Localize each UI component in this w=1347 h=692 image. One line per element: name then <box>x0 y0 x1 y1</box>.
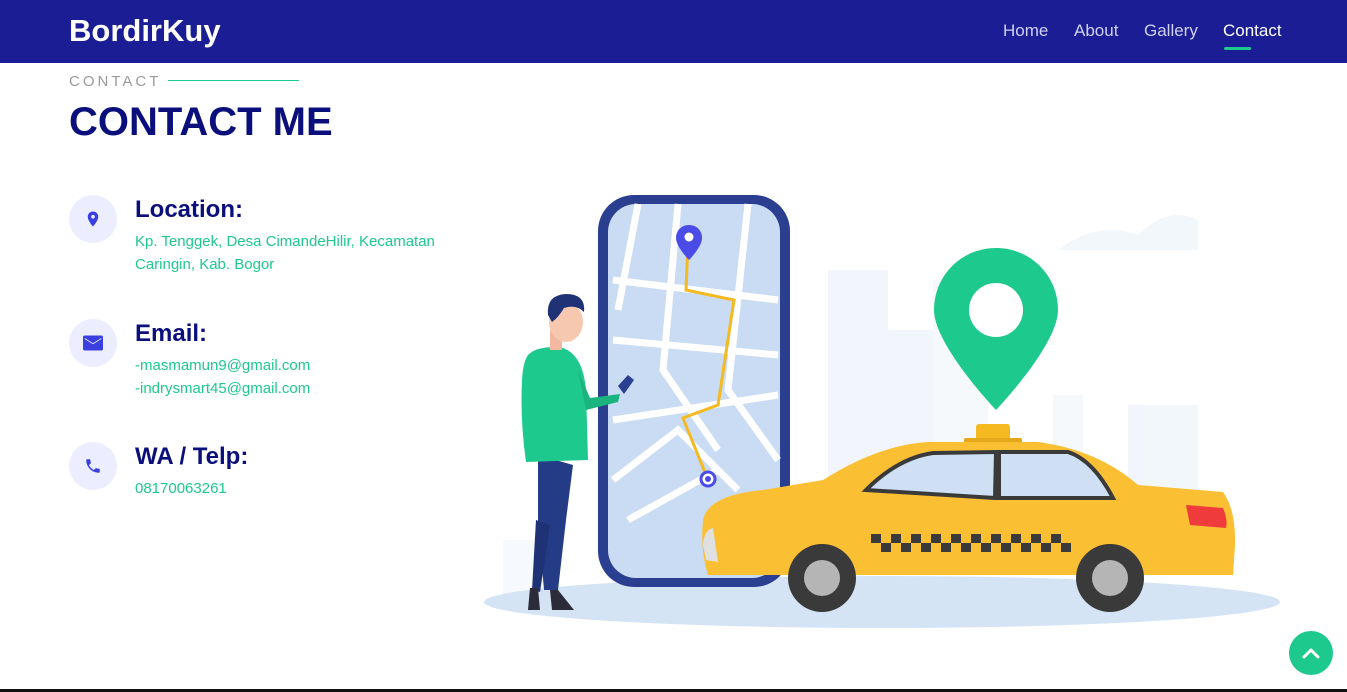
envelope-icon <box>69 319 117 367</box>
location-title: Location: <box>135 196 243 223</box>
map-pin-icon <box>69 195 117 243</box>
email-line-1[interactable]: -masmamun9@gmail.com <box>135 354 310 377</box>
email-title: Email: <box>135 320 208 347</box>
brand-logo[interactable]: BordirKuy <box>69 13 221 49</box>
section-label-line <box>168 80 299 81</box>
location-line-2: Caringin, Kab. Bogor <box>135 256 275 273</box>
nav-link-about[interactable]: About <box>1074 21 1118 41</box>
nav-link-gallery[interactable]: Gallery <box>1144 21 1198 41</box>
taxi-app-illustration <box>484 195 1280 628</box>
page-title: CONTACT ME <box>69 100 333 144</box>
nav-link-contact[interactable]: Contact <box>1223 21 1282 41</box>
email-line-2[interactable]: -indrysmart45@gmail.com <box>135 377 310 400</box>
section-label: CONTACT <box>69 73 162 90</box>
nav-link-home[interactable]: Home <box>1003 21 1048 41</box>
chevron-up-icon <box>1302 648 1320 659</box>
active-nav-indicator <box>1224 47 1251 50</box>
phone-number[interactable]: 08170063261 <box>135 477 227 500</box>
phone-title: WA / Telp: <box>135 443 249 470</box>
phone-icon <box>69 442 117 490</box>
navbar: BordirKuy Home About Gallery Contact <box>0 0 1347 63</box>
location-line-1: Kp. Tenggek, Desa CimandeHilir, Kecamata… <box>135 233 435 250</box>
back-to-top-button[interactable] <box>1289 631 1333 675</box>
